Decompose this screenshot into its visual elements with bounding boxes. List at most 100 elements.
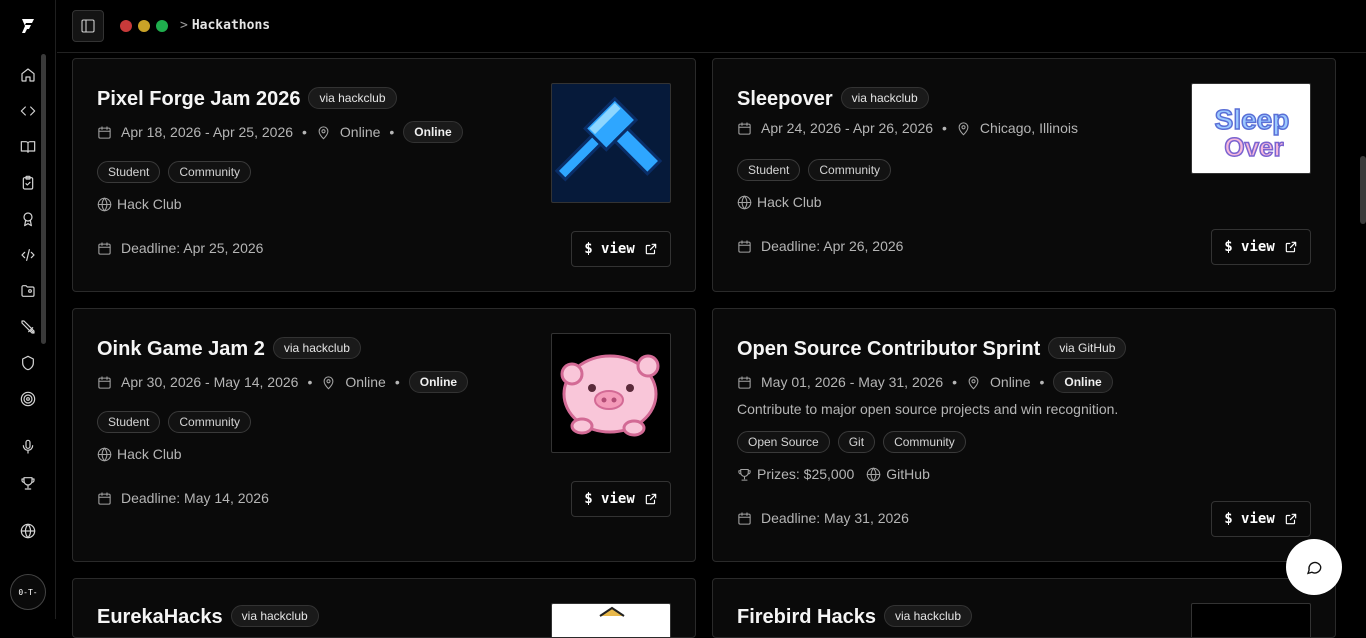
card-title-text: Oink Game Jam 2: [97, 338, 265, 360]
card-deadline: Deadline: May 31, 2026: [737, 510, 909, 526]
event-thumbnail: [551, 333, 671, 453]
card-title: Pixel Forge Jam 2026 via hackclub: [97, 87, 397, 111]
trophy-badge-icon[interactable]: [18, 353, 38, 373]
view-button[interactable]: $ view: [1211, 229, 1311, 265]
target-icon[interactable]: [18, 389, 38, 409]
calendar-icon: [738, 375, 751, 389]
map-pin-icon: [318, 125, 329, 139]
source-badge: via hackclub: [230, 605, 319, 627]
card-title-text: Firebird Hacks: [737, 606, 876, 628]
organizer-name: GitHub: [886, 466, 930, 482]
sidebar-toggle-button[interactable]: [72, 10, 104, 42]
window-dot-green: [156, 20, 168, 32]
external-link-icon: [1285, 241, 1297, 253]
tag: Student: [97, 411, 161, 433]
card-location: Chicago, Illinois: [979, 120, 1078, 136]
map-pin-icon: [968, 375, 979, 389]
card-title-text: Pixel Forge Jam 2026: [97, 88, 301, 110]
chat-button[interactable]: [1286, 539, 1342, 595]
source-badge: via hackclub: [308, 87, 397, 109]
tag-list: Student Community: [97, 411, 252, 433]
page-scrollbar[interactable]: [1360, 156, 1366, 224]
event-thumbnail: [1191, 603, 1311, 637]
card-dates: Apr 18, 2026 - Apr 25, 2026: [121, 124, 294, 140]
card-meta: Apr 18, 2026 - Apr 25, 2026 • Online • O…: [97, 121, 463, 143]
card-title: Open Source Contributor Sprint via GitHub: [737, 337, 1127, 361]
external-link-icon: [1285, 513, 1297, 525]
card-organizer: Hack Club: [97, 196, 182, 212]
sleepover-logo: Sleep Over: [1214, 103, 1290, 163]
card-deadline: Deadline: Apr 26, 2026: [737, 238, 903, 254]
breadcrumb-current: Hackathons: [191, 18, 271, 33]
trophy-icon: [738, 468, 751, 481]
source-badge: via hackclub: [840, 87, 929, 109]
view-button[interactable]: $ view: [1211, 501, 1311, 537]
calendar-icon: [738, 511, 751, 525]
swords-icon[interactable]: [18, 317, 38, 337]
card-location: Online: [345, 374, 386, 390]
hackathon-card: Sleepover via hackclub Apr 24, 2026 - Apr…: [712, 58, 1336, 292]
card-title-text: Open Source Contributor Sprint: [737, 338, 1041, 360]
hackathon-card: Pixel Forge Jam 2026 via hackclub Apr 18,…: [72, 58, 696, 292]
code-xml-icon[interactable]: [18, 245, 38, 265]
card-location: Online: [990, 374, 1031, 390]
eureka-logo: [599, 606, 625, 617]
clipboard-icon[interactable]: [18, 173, 38, 193]
card-meta: Apr 30, 2026 - May 14, 2026 • Online • O…: [97, 371, 469, 393]
calendar-icon: [98, 375, 111, 389]
external-link-icon: [645, 493, 657, 505]
view-button[interactable]: $ view: [571, 231, 671, 267]
breadcrumb: > Hackathons: [180, 18, 270, 33]
book-icon[interactable]: [18, 137, 38, 157]
source-badge: via hackclub: [272, 337, 361, 359]
tag: Community: [883, 431, 966, 453]
avatar[interactable]: 0-T-: [10, 574, 46, 610]
award-icon[interactable]: [18, 209, 38, 229]
view-button[interactable]: $ view: [571, 481, 671, 517]
sidebar: 0-T-: [0, 0, 56, 619]
organizer-name: Hack Club: [117, 446, 182, 462]
hackathon-card: Firebird Hacks via hackclub: [712, 578, 1336, 638]
map-pin-icon: [323, 375, 334, 389]
deadline-text: Deadline: May 14, 2026: [121, 490, 269, 506]
calendar-icon: [738, 121, 751, 135]
card-title: Oink Game Jam 2 via hackclub: [97, 337, 361, 361]
panel-left-icon: [81, 19, 95, 33]
view-button-label: $ view: [1224, 239, 1275, 255]
globe-icon: [97, 447, 112, 461]
card-deadline: Deadline: May 14, 2026: [97, 490, 269, 506]
pig-icon: [560, 354, 660, 437]
globe-icon[interactable]: [18, 521, 38, 541]
tag: Student: [737, 159, 801, 181]
trophy-icon[interactable]: [18, 473, 38, 493]
card-dates: Apr 24, 2026 - Apr 26, 2026: [761, 120, 934, 136]
mode-badge: Online: [403, 121, 463, 143]
view-button-label: $ view: [584, 241, 635, 257]
hackathon-card: Oink Game Jam 2 via hackclub Apr 30, 2026…: [72, 308, 696, 562]
home-icon[interactable]: [18, 65, 38, 85]
code-icon[interactable]: [18, 101, 38, 121]
tag: Student: [97, 161, 161, 183]
message-circle-icon: [1306, 561, 1322, 575]
tag-list: Open Source Git Community: [737, 431, 966, 453]
deadline-text: Deadline: Apr 25, 2026: [121, 240, 264, 256]
tag-list: Student Community: [737, 159, 892, 181]
external-link-icon: [645, 243, 657, 255]
card-title: Sleepover via hackclub: [737, 87, 929, 111]
tag-list: Student Community: [97, 161, 252, 183]
tag: Git: [837, 431, 876, 453]
globe-icon: [867, 467, 881, 481]
app-logo-icon[interactable]: [18, 16, 38, 36]
sidebar-scrollbar[interactable]: [41, 54, 46, 344]
tag: Community: [808, 159, 892, 181]
view-button-label: $ view: [584, 491, 635, 507]
event-thumbnail: [551, 603, 671, 637]
calendar-icon: [98, 491, 111, 505]
microphone-icon[interactable]: [18, 437, 38, 457]
event-logo: Sleep Over: [1191, 83, 1311, 174]
folder-user-icon[interactable]: [18, 281, 38, 301]
card-description: Contribute to major open source projects…: [737, 401, 1119, 417]
top-bar: > Hackathons: [57, 0, 1366, 53]
globe-icon: [737, 195, 752, 209]
window-dot-red: [120, 20, 132, 32]
